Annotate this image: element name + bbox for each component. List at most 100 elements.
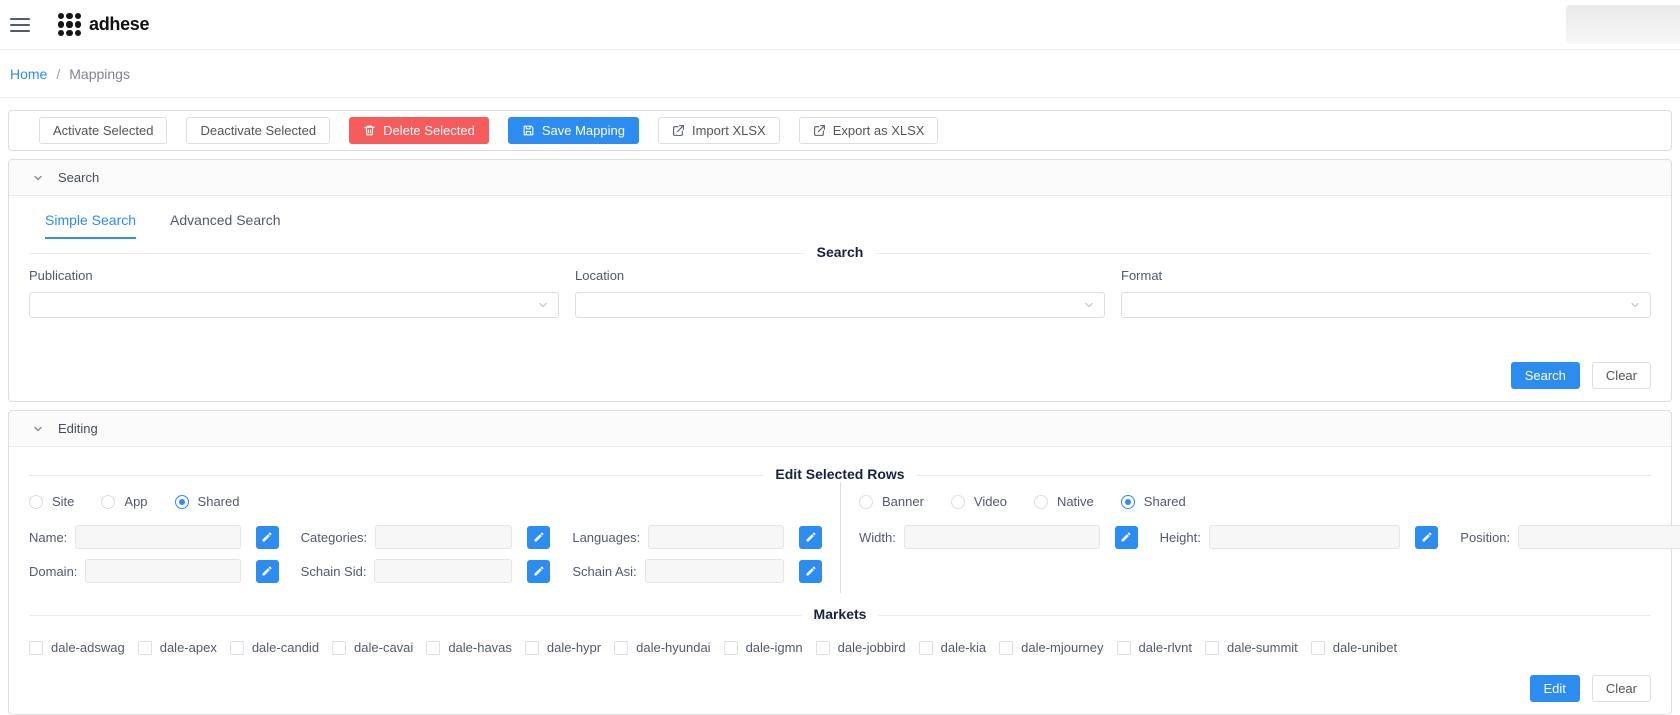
activate-selected-button[interactable]: Activate Selected [39, 117, 167, 144]
export-xlsx-button[interactable]: Export as XLSX [799, 117, 939, 144]
checkbox-icon [138, 641, 152, 655]
editing-panel-title: Editing [58, 421, 98, 436]
search-button[interactable]: Search [1511, 362, 1580, 389]
checkbox-icon [230, 641, 244, 655]
market-checkbox-dale-havas[interactable]: dale-havas [426, 640, 512, 655]
schain-sid-label: Schain Sid: [301, 564, 367, 579]
editing-panel-header[interactable]: Editing [9, 411, 1671, 447]
radio-circle-icon [29, 495, 43, 509]
delete-selected-label: Delete Selected [383, 123, 475, 138]
market-checkbox-dale-jobbird[interactable]: dale-jobbird [816, 640, 906, 655]
brand-logo[interactable]: adhese [58, 13, 149, 36]
market-checkbox-dale-summit[interactable]: dale-summit [1205, 640, 1298, 655]
market-checkbox-dale-candid[interactable]: dale-candid [230, 640, 319, 655]
import-xlsx-label: Import XLSX [692, 123, 766, 138]
position-label: Position: [1460, 530, 1510, 545]
languages-input[interactable] [648, 525, 784, 549]
schain-asi-label: Schain Asi: [572, 564, 636, 579]
width-input[interactable] [904, 525, 1100, 549]
hamburger-menu-icon[interactable] [10, 18, 30, 32]
market-label: dale-havas [448, 640, 512, 655]
name-label: Name: [29, 530, 67, 545]
markets-legend: Markets [802, 606, 879, 622]
search-panel-header[interactable]: Search [9, 160, 1671, 196]
domain-input[interactable] [85, 559, 240, 583]
checkbox-icon [1205, 641, 1219, 655]
breadcrumb-home-link[interactable]: Home [10, 66, 47, 82]
breadcrumb-current: Mappings [69, 66, 130, 82]
edit-fieldset-legend: Edit Selected Rows [763, 466, 916, 482]
market-checkbox-dale-hypr[interactable]: dale-hypr [525, 640, 601, 655]
position-input[interactable] [1518, 525, 1680, 549]
main-content: Activate Selected Deactivate Selected De… [0, 98, 1680, 715]
market-checkbox-dale-mjourney[interactable]: dale-mjourney [999, 640, 1103, 655]
market-checkbox-dale-apex[interactable]: dale-apex [138, 640, 217, 655]
tab-advanced-search[interactable]: Advanced Search [170, 212, 281, 239]
editing-panel: Editing Edit Selected Rows Site App Shar… [8, 410, 1672, 715]
pencil-icon [805, 531, 817, 543]
radio-site[interactable]: Site [29, 494, 74, 509]
location-select[interactable] [575, 292, 1105, 318]
publication-label: Publication [29, 268, 559, 283]
width-edit-button[interactable] [1115, 526, 1138, 549]
radio-app-label: App [124, 494, 147, 509]
radio-native[interactable]: Native [1034, 494, 1094, 509]
search-clear-button[interactable]: Clear [1592, 362, 1651, 389]
market-checkbox-dale-cavai[interactable]: dale-cavai [332, 640, 413, 655]
search-panel-title: Search [58, 170, 99, 185]
breadcrumb: Home / Mappings [0, 50, 1680, 98]
search-panel: Search Simple Search Advanced Search Sea… [8, 159, 1672, 402]
schain-sid-input[interactable] [374, 559, 512, 583]
pencil-icon [1120, 531, 1132, 543]
height-input[interactable] [1209, 525, 1400, 549]
import-xlsx-button[interactable]: Import XLSX [658, 117, 780, 144]
market-label: dale-rlvnt [1139, 640, 1192, 655]
radio-shared-format[interactable]: Shared [1121, 494, 1186, 509]
radio-app[interactable]: App [101, 494, 147, 509]
name-input[interactable] [75, 525, 240, 549]
edit-clear-button[interactable]: Clear [1592, 675, 1651, 702]
radio-video[interactable]: Video [951, 494, 1007, 509]
market-checkbox-dale-hyundai[interactable]: dale-hyundai [614, 640, 710, 655]
categories-edit-button[interactable] [527, 526, 550, 549]
radio-banner-label: Banner [882, 494, 924, 509]
schain-sid-edit-button[interactable] [527, 560, 550, 583]
radio-banner[interactable]: Banner [859, 494, 924, 509]
checkbox-icon [614, 641, 628, 655]
publication-select[interactable] [29, 292, 559, 318]
radio-circle-icon [1034, 495, 1048, 509]
format-select[interactable] [1121, 292, 1651, 318]
user-info-redacted-box [1566, 5, 1680, 44]
market-checkbox-dale-unibet[interactable]: dale-unibet [1311, 640, 1397, 655]
brand-name: adhese [89, 14, 149, 35]
location-label: Location [575, 268, 1105, 283]
languages-edit-button[interactable] [799, 526, 822, 549]
market-checkbox-dale-igmn[interactable]: dale-igmn [724, 640, 803, 655]
schain-asi-edit-button[interactable] [799, 560, 822, 583]
chevron-down-icon [537, 299, 549, 311]
market-checkbox-dale-rlvnt[interactable]: dale-rlvnt [1117, 640, 1192, 655]
schain-asi-input[interactable] [645, 559, 784, 583]
search-button-label: Search [1525, 368, 1566, 383]
market-label: dale-jobbird [838, 640, 906, 655]
market-checkbox-dale-kia[interactable]: dale-kia [919, 640, 987, 655]
name-edit-button[interactable] [256, 526, 279, 549]
categories-input[interactable] [375, 525, 512, 549]
tab-simple-search[interactable]: Simple Search [45, 212, 136, 239]
domain-edit-button[interactable] [256, 560, 279, 583]
market-label: dale-kia [941, 640, 987, 655]
market-checkbox-dale-adswag[interactable]: dale-adswag [29, 640, 125, 655]
deactivate-selected-button[interactable]: Deactivate Selected [186, 117, 330, 144]
radio-shared-type[interactable]: Shared [175, 494, 240, 509]
deactivate-selected-label: Deactivate Selected [200, 123, 316, 138]
adhese-logo-icon [58, 13, 81, 36]
delete-selected-button[interactable]: Delete Selected [349, 117, 489, 144]
checkbox-icon [525, 641, 539, 655]
radio-circle-icon [859, 495, 873, 509]
edit-button[interactable]: Edit [1530, 675, 1580, 702]
chevron-down-icon [32, 172, 44, 184]
radio-selected-icon [1121, 495, 1135, 509]
height-edit-button[interactable] [1415, 526, 1438, 549]
save-mapping-button[interactable]: Save Mapping [508, 117, 639, 144]
breadcrumb-separator: / [56, 66, 60, 82]
